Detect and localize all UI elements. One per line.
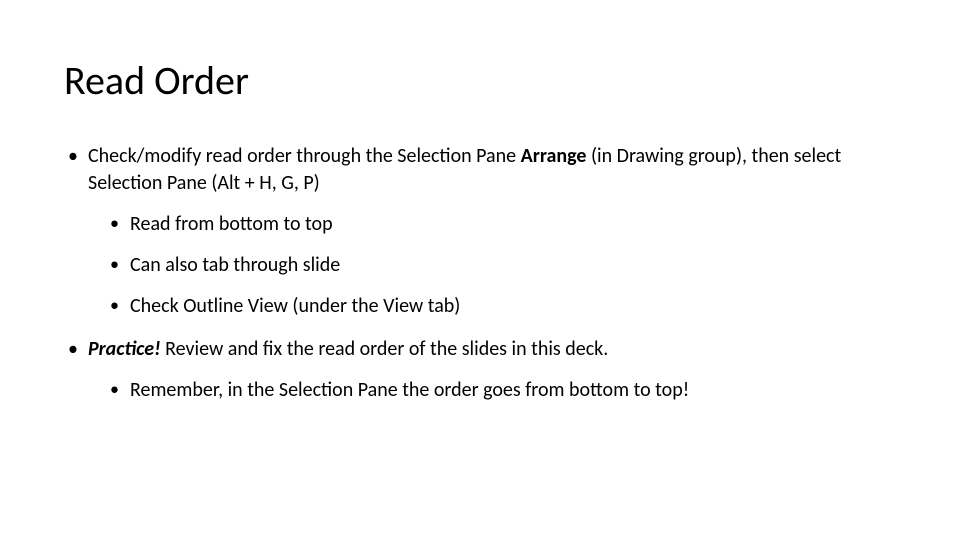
slide: Read Order Check/modify read order throu… [0, 0, 960, 540]
bullet-1-sublist: Read from bottom to top Can also tab thr… [88, 211, 896, 320]
bullet-list: Check/modify read order through the Sele… [64, 143, 896, 404]
bullet-1-text-pre: Check/modify read order through the Sele… [88, 144, 521, 168]
bullet-2-sublist: Remember, in the Selection Pane the orde… [88, 377, 896, 404]
bullet-1-text-bold: Arrange [521, 144, 587, 168]
bullet-1: Check/modify read order through the Sele… [64, 143, 896, 320]
bullet-2-sub-1: Remember, in the Selection Pane the orde… [88, 377, 896, 404]
bullet-1-sub-2: Can also tab through slide [88, 252, 896, 279]
slide-title: Read Order [64, 56, 896, 105]
bullet-2: Practice! Review and fix the read order … [64, 336, 896, 404]
bullet-1-sub-3: Check Outline View (under the View tab) [88, 293, 896, 320]
bullet-2-emphasis: Practice! [88, 337, 161, 361]
bullet-2-rest: Review and fix the read order of the sli… [161, 337, 609, 361]
bullet-1-sub-1: Read from bottom to top [88, 211, 896, 238]
